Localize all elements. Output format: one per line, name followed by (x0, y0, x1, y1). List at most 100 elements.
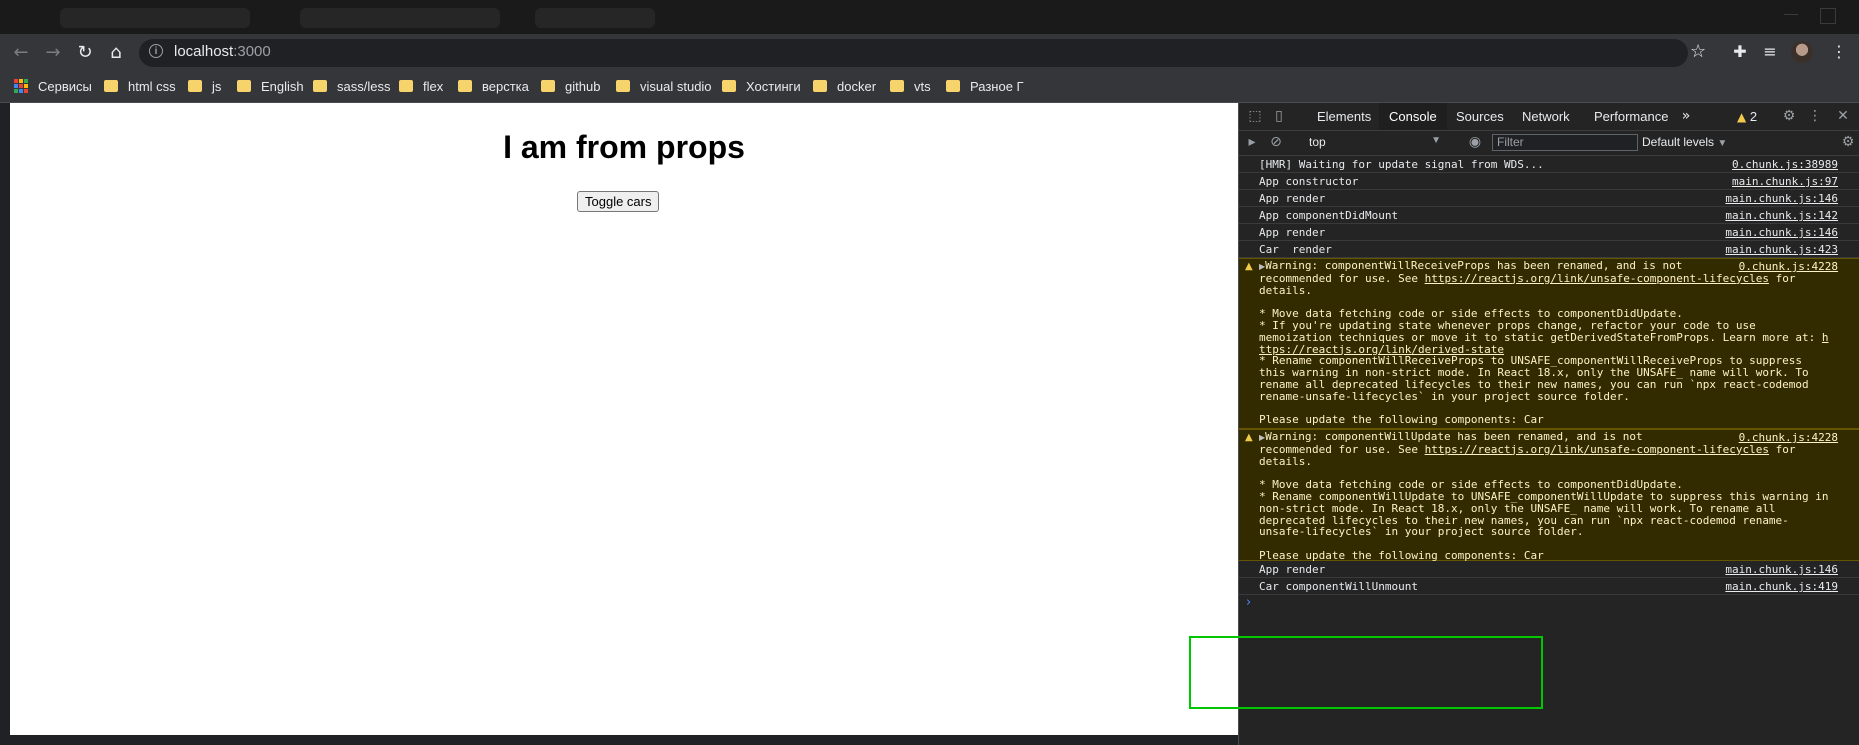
tab-console[interactable]: Console (1379, 103, 1447, 130)
log-source-link[interactable]: main.chunk.js:146 (1725, 226, 1838, 239)
site-info-icon[interactable]: i (149, 44, 163, 58)
folder-icon (188, 80, 202, 92)
bookmark-label: English (261, 78, 304, 94)
console-toolbar: ▸ ⊘ top ▼ ◉ Filter Default levels ▼ ⚙ (1239, 131, 1859, 156)
bookmark-star-icon[interactable]: ☆ (1690, 41, 1706, 62)
bookmark-item[interactable]: Хостинги (722, 76, 801, 96)
browser-tab[interactable] (535, 8, 655, 28)
console-log-row: Car componentWillUnmount main.chunk.js:41… (1239, 578, 1859, 595)
bookmark-item[interactable]: docker (813, 76, 876, 96)
bookmark-item[interactable]: vts (890, 76, 931, 96)
console-filter-input[interactable]: Filter (1492, 134, 1638, 151)
bookmark-label: vts (914, 78, 931, 94)
warning-link[interactable]: https://reactjs.org/link/unsafe-componen… (1425, 272, 1769, 285)
bookmark-item[interactable]: flex (399, 76, 443, 96)
warning-icon: ▲ (1245, 432, 1253, 443)
warning-icon: ▲ (1245, 261, 1253, 272)
warning-text: ▶Warning: componentWillReceiveProps has … (1259, 260, 1839, 426)
bookmark-item[interactable]: English (237, 76, 304, 96)
dropdown-arrow-icon: ▼ (1431, 135, 1441, 146)
bookmark-item[interactable]: js (188, 76, 221, 96)
tab-network[interactable]: Network (1512, 103, 1580, 130)
annotation-highlight-box (1189, 636, 1543, 709)
close-devtools-icon[interactable]: ✕ (1835, 108, 1851, 124)
bookmark-label: github (565, 78, 601, 94)
folder-icon (541, 80, 555, 92)
browser-tab[interactable] (60, 8, 250, 28)
settings-gear-icon[interactable]: ⚙ (1781, 108, 1797, 124)
show-sidebar-icon[interactable]: ▸ (1244, 134, 1260, 150)
log-source-link[interactable]: main.chunk.js:97 (1732, 175, 1838, 188)
folder-icon (722, 80, 736, 92)
warnings-counter[interactable]: ▲ 2 (1737, 109, 1757, 124)
bookmark-label: visual studio (640, 78, 712, 94)
console-settings-icon[interactable]: ⚙ (1840, 134, 1856, 150)
back-icon[interactable]: ← (8, 40, 34, 66)
folder-icon (313, 80, 327, 92)
more-options-icon[interactable]: ⋮ (1807, 108, 1823, 124)
forward-icon[interactable]: → (40, 40, 66, 66)
context-select[interactable]: top ▼ (1309, 135, 1441, 151)
log-source-link[interactable]: main.chunk.js:423 (1725, 243, 1838, 256)
log-message: App componentDidMount (1259, 209, 1399, 222)
folder-icon (616, 80, 630, 92)
warning-link[interactable]: https://reactjs.org/link/unsafe-componen… (1425, 443, 1769, 456)
bookmark-label: верстка (482, 78, 529, 94)
log-levels-select[interactable]: Default levels ▼ (1642, 135, 1727, 149)
address-bar[interactable] (139, 39, 1688, 67)
bookmark-item[interactable]: Сервисы (14, 76, 92, 96)
avatar[interactable] (1791, 41, 1813, 63)
console-log-row: Car render main.chunk.js:423 (1239, 241, 1859, 258)
bookmark-label: docker (837, 78, 877, 94)
folder-icon (813, 80, 827, 92)
warning-source-link[interactable]: 0.chunk.js:4228 (1734, 431, 1838, 444)
url-text[interactable]: localhost:3000 (174, 43, 271, 60)
toggle-cars-button[interactable]: Toggle cars (577, 191, 660, 212)
browser-tab[interactable] (300, 8, 500, 28)
folder-icon (237, 80, 251, 92)
tab-performance[interactable]: Performance (1584, 103, 1678, 130)
bottom-edge (0, 735, 1238, 745)
log-source-link[interactable]: main.chunk.js:142 (1725, 209, 1838, 222)
device-toolbar-icon[interactable]: ▯ (1271, 108, 1287, 124)
extensions-icon[interactable]: ✚ (1730, 42, 1750, 62)
levels-value: Default levels (1642, 135, 1715, 149)
console-log-row: [HMR] Waiting for update signal from WDS… (1239, 156, 1859, 173)
warning-source-link[interactable]: 0.chunk.js:4228 (1734, 260, 1838, 273)
console-prompt[interactable]: › (1246, 595, 1251, 610)
log-message: Car componentWillUnmount (1259, 580, 1418, 593)
log-source-link[interactable]: 0.chunk.js:38989 (1732, 158, 1838, 171)
bookmark-label: html css (128, 78, 176, 94)
console-warning[interactable]: ▲ ▶Warning: componentWillReceiveProps ha… (1239, 258, 1859, 429)
clear-console-icon[interactable]: ⊘ (1268, 134, 1284, 150)
bookmark-item[interactable]: html css (104, 76, 176, 96)
page-viewport: I am from props Toggle cars (10, 103, 1238, 735)
devtools-tabbar: ⬚ ▯ Elements Console Sources Network Per… (1239, 103, 1859, 131)
bookmark-item[interactable]: visual studio (616, 76, 712, 96)
bookmark-item[interactable]: sass/less (313, 76, 390, 96)
console-log-row: App constructor main.chunk.js:97 (1239, 173, 1859, 190)
folder-icon (890, 80, 904, 92)
menu-icon[interactable]: ⋮ (1829, 42, 1849, 62)
live-expression-eye-icon[interactable]: ◉ (1467, 134, 1483, 150)
tab-elements[interactable]: Elements (1307, 103, 1381, 130)
home-icon[interactable]: ⌂ (103, 40, 129, 66)
console-warning[interactable]: ▲ ▶Warning: componentWillUpdate has been… (1239, 429, 1859, 561)
page-heading: I am from props (503, 129, 745, 165)
maximize-icon[interactable] (1820, 8, 1836, 24)
media-icon[interactable]: ≡ (1760, 42, 1780, 62)
log-message: App render (1259, 563, 1326, 576)
tab-sources[interactable]: Sources (1446, 103, 1514, 130)
log-source-link[interactable]: main.chunk.js:146 (1725, 192, 1838, 205)
bookmark-item[interactable]: github (541, 76, 600, 96)
reload-icon[interactable]: ↻ (72, 40, 98, 66)
more-tabs-icon[interactable]: » (1678, 108, 1694, 124)
log-message: Car render (1259, 243, 1332, 256)
inspect-element-icon[interactable]: ⬚ (1247, 108, 1263, 124)
bookmark-item[interactable]: Разное Г (946, 76, 1024, 96)
log-source-link[interactable]: main.chunk.js:419 (1725, 580, 1838, 593)
log-source-link[interactable]: main.chunk.js:146 (1725, 563, 1838, 576)
bookmark-item[interactable]: верстка (458, 76, 529, 96)
console-log-row: App componentDidMount main.chunk.js:142 (1239, 207, 1859, 224)
minimize-icon[interactable] (1784, 14, 1798, 29)
